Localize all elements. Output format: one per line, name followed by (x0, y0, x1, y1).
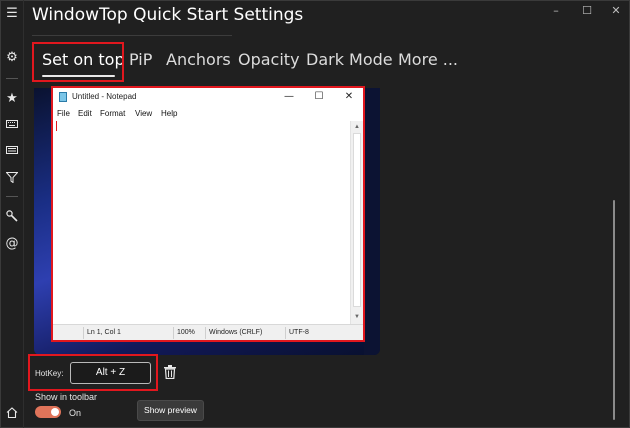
scroll-down-icon[interactable]: ▼ (353, 313, 361, 321)
status-divider (285, 327, 286, 339)
notepad-close-icon[interactable]: ✕ (343, 90, 355, 102)
tab-anchors[interactable]: Anchors (166, 50, 231, 69)
tab-dark-mode[interactable]: Dark Mode (306, 50, 393, 69)
notepad-icon (59, 92, 67, 102)
status-encoding: UTF-8 (289, 329, 309, 336)
show-in-toolbar-toggle[interactable] (35, 406, 61, 418)
notepad-statusbar: Ln 1, Col 1 100% Windows (CRLF) UTF-8 (53, 324, 363, 340)
notepad-scrollbar[interactable]: ▲ ▼ (350, 121, 363, 324)
status-divider (205, 327, 206, 339)
status-line-endings: Windows (CRLF) (209, 329, 263, 336)
notepad-menu-file[interactable]: File (57, 109, 70, 118)
show-in-toolbar-label: Show in toolbar (35, 392, 98, 402)
tab-more[interactable]: More ... (398, 50, 458, 69)
status-zoom: 100% (177, 329, 195, 336)
rail-divider (6, 78, 18, 79)
scroll-thumb[interactable] (353, 133, 361, 307)
notepad-text-area[interactable] (54, 121, 350, 324)
keyboard-alt-icon[interactable] (3, 141, 21, 159)
toggle-knob (51, 408, 59, 416)
trash-icon (163, 365, 176, 379)
page-scrollbar[interactable] (613, 200, 615, 420)
close-icon[interactable]: ✕ (609, 3, 623, 17)
notepad-window: Untitled - Notepad — ☐ ✕ File Edit Forma… (51, 86, 365, 342)
notepad-menu-format[interactable]: Format (100, 109, 125, 118)
hotkey-input[interactable]: Alt + Z (70, 362, 151, 384)
wrench-icon[interactable] (3, 207, 21, 225)
notepad-menu-help[interactable]: Help (161, 109, 177, 118)
status-divider (173, 327, 174, 339)
tab-highlight-box (32, 42, 124, 82)
preview-edge (364, 88, 380, 355)
status-divider (83, 327, 84, 339)
tab-pip[interactable]: PiP (129, 50, 152, 69)
scroll-up-icon[interactable]: ▲ (353, 123, 361, 131)
show-preview-button[interactable]: Show preview (137, 400, 204, 421)
maximize-icon[interactable]: ☐ (580, 3, 594, 17)
hotkey-label: HotKey: (35, 369, 64, 378)
notepad-minimize-icon[interactable]: — (283, 90, 295, 102)
rail-divider (6, 196, 18, 197)
notepad-maximize-icon[interactable]: ☐ (313, 90, 325, 102)
notepad-menu-view[interactable]: View (135, 109, 152, 118)
minimize-icon[interactable]: – (549, 3, 563, 17)
star-icon[interactable]: ★ (3, 89, 21, 107)
notepad-title: Untitled - Notepad (72, 92, 137, 101)
home-icon[interactable] (3, 403, 21, 421)
nav-rail: ☰ ⚙ ★ @ (0, 0, 24, 428)
page-title: WindowTop Quick Start Settings (32, 5, 304, 25)
hamburger-icon[interactable]: ☰ (3, 4, 21, 22)
text-caret (56, 121, 57, 131)
title-divider (32, 35, 232, 36)
gear-icon[interactable]: ⚙ (3, 48, 21, 66)
notepad-titlebar: Untitled - Notepad — ☐ ✕ (53, 88, 363, 106)
notepad-menu-edit[interactable]: Edit (78, 109, 92, 118)
keyboard-icon[interactable] (3, 115, 21, 133)
toggle-state-text: On (69, 408, 82, 418)
at-icon[interactable]: @ (3, 234, 21, 252)
filter-icon[interactable] (3, 168, 21, 186)
status-position: Ln 1, Col 1 (87, 329, 121, 336)
tab-opacity[interactable]: Opacity (238, 50, 300, 69)
delete-hotkey-button[interactable] (159, 362, 180, 382)
